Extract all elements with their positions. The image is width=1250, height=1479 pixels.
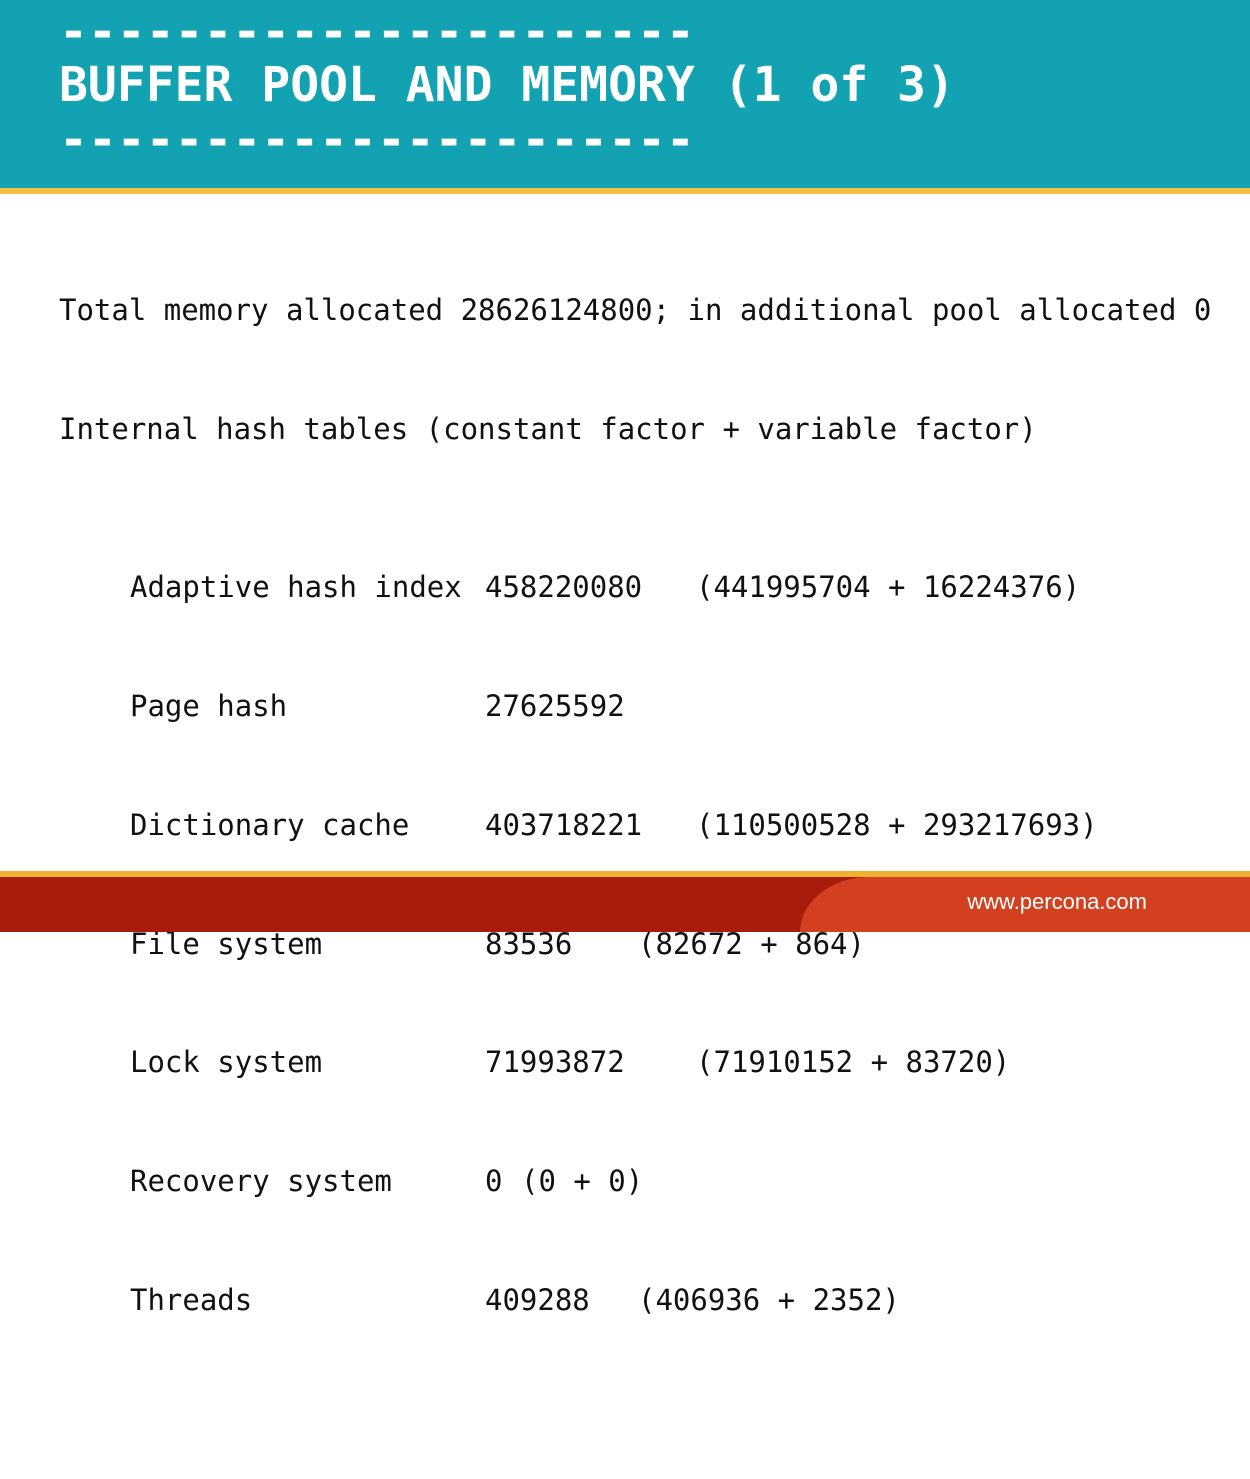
memory-row-detail: (71910152 + 83720) xyxy=(696,1045,1011,1080)
memory-row: Recovery system 0 (0 + 0) xyxy=(59,1162,1239,1202)
memory-row-detail: (110500528 + 293217693) xyxy=(696,807,1098,842)
slide-footer: www.percona.com xyxy=(0,877,1250,932)
memory-row-name: Dictionary cache xyxy=(130,807,410,842)
memory-row-name: Adaptive hash index xyxy=(130,570,462,605)
memory-row-name: Lock system xyxy=(130,1045,323,1080)
memory-row: Lock system 71993872 (71910152 + 83720) xyxy=(59,1043,1239,1083)
memory-row: Dictionary cache 403718221 (110500528 + … xyxy=(59,806,1239,846)
header-dash-line-top: ---------------------- xyxy=(59,4,695,60)
hash-tables-line: Internal hash tables (constant factor + … xyxy=(59,411,1037,446)
memory-row-name: Page hash xyxy=(130,689,288,724)
memory-row-detail: (441995704 + 16224376) xyxy=(696,570,1081,605)
memory-row-value: 27625592 xyxy=(485,689,625,724)
header-dash-line-bottom: ---------------------- xyxy=(59,112,695,168)
memory-row: Threads 409288 (406936 + 2352) xyxy=(59,1281,1239,1321)
memory-row-detail: (406936 + 2352) xyxy=(638,1283,900,1318)
memory-row-name: Recovery system xyxy=(130,1164,392,1199)
memory-row-value: 71993872 xyxy=(485,1045,625,1080)
header-divider xyxy=(0,188,1250,194)
memory-row-value: 0 xyxy=(485,1164,503,1199)
slide-title: BUFFER POOL AND MEMORY (1 of 3) xyxy=(59,57,955,113)
slide-body: Total memory allocated 28626124800; in a… xyxy=(59,212,1239,1360)
memory-row: Page hash 27625592 xyxy=(59,687,1239,727)
memory-row-value: 409288 xyxy=(485,1283,590,1318)
memory-row-value: 403718221 xyxy=(485,807,643,842)
memory-row-detail: (0 + 0) xyxy=(521,1164,644,1199)
total-memory-line: Total memory allocated 28626124800; in a… xyxy=(59,293,1212,328)
slide-header: ---------------------- BUFFER POOL AND M… xyxy=(0,0,1250,188)
footer-website-url: www.percona.com xyxy=(967,889,1147,914)
memory-row-name: Threads xyxy=(130,1283,253,1318)
memory-row-value: 458220080 xyxy=(485,570,643,605)
memory-row: Adaptive hash index 458220080 (441995704… xyxy=(59,568,1239,608)
